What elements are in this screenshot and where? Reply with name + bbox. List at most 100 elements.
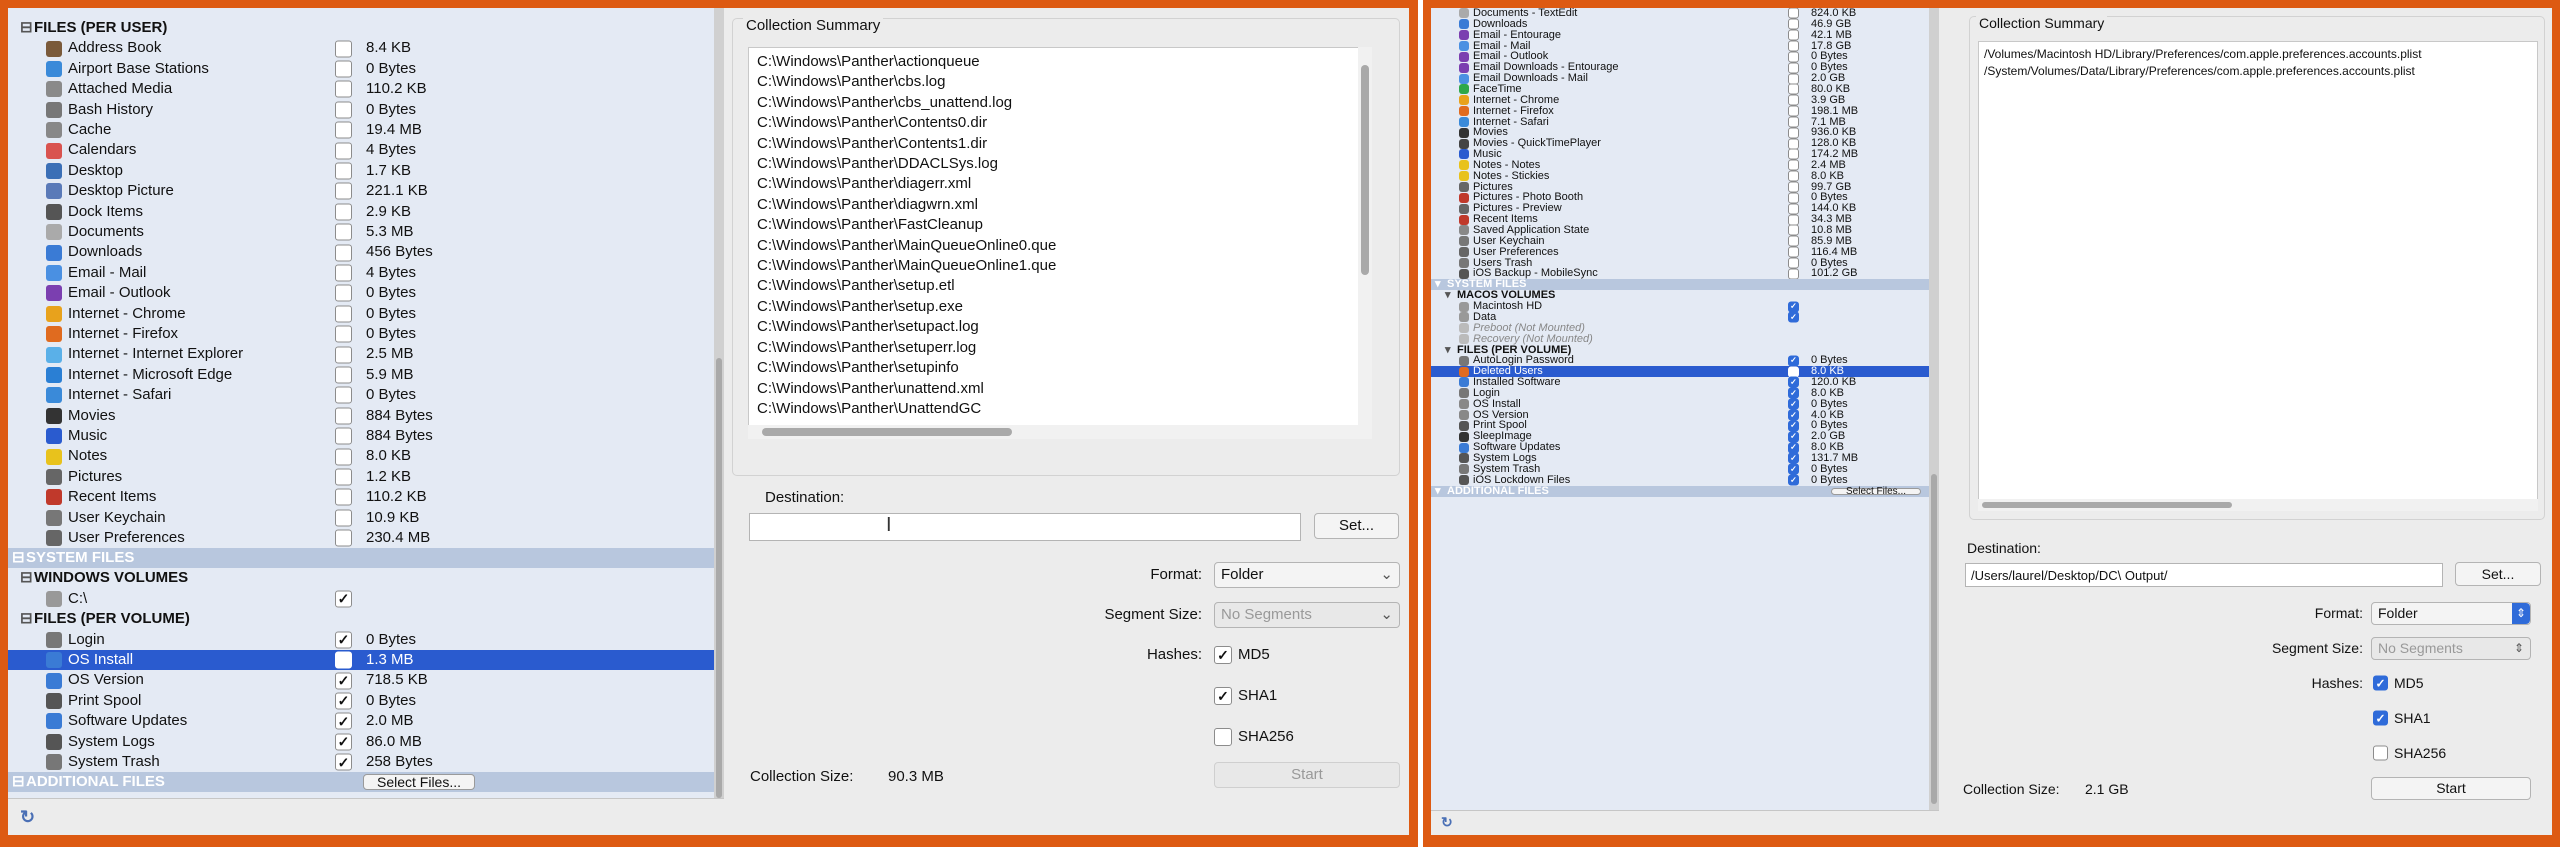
system-files-band[interactable]: ⊟ SYSTEM FILES <box>8 548 714 569</box>
item-checkbox[interactable] <box>335 366 352 384</box>
disclosure-icon[interactable]: ⊟ <box>12 548 25 568</box>
item-checkbox[interactable] <box>335 488 352 506</box>
tree-row-recovery-not-mounted-[interactable]: Recovery (Not Mounted) <box>1431 333 1929 345</box>
item-checkbox[interactable] <box>1788 94 1799 106</box>
disclosure-icon[interactable]: ⊟ <box>20 609 33 629</box>
tree-row-notes[interactable]: Notes 8.0 KB <box>8 446 714 466</box>
item-checkbox[interactable]: ✓ <box>335 590 352 608</box>
item-checkbox[interactable] <box>1788 246 1799 258</box>
item-checkbox[interactable] <box>335 80 352 98</box>
item-checkbox[interactable] <box>335 223 352 241</box>
source-tree-scrollbar[interactable] <box>714 8 724 798</box>
item-checkbox[interactable] <box>335 305 352 323</box>
tree-row-system-trash[interactable]: System Trash ✓ 258 Bytes <box>8 752 714 772</box>
item-checkbox[interactable] <box>1788 138 1799 150</box>
summary-path[interactable]: C:\Windows\Panther\cbs.log <box>757 72 1363 92</box>
start-button[interactable]: Start <box>1214 762 1400 788</box>
tree-row-c-[interactable]: C:\ ✓ <box>8 589 714 609</box>
item-checkbox[interactable] <box>1788 235 1799 247</box>
item-checkbox[interactable]: ✓ <box>335 672 352 690</box>
item-checkbox[interactable] <box>335 468 352 486</box>
set-destination-button[interactable]: Set... <box>1314 513 1399 539</box>
summary-path[interactable]: C:\Windows\Panther\diagwrn.xml <box>757 195 1363 215</box>
item-checkbox[interactable] <box>335 509 352 527</box>
summary-path[interactable]: C:\Windows\Panther\Contents0.dir <box>757 113 1363 133</box>
tree-row-print-spool[interactable]: Print Spool ✓ 0 Bytes <box>8 691 714 711</box>
tree-row-email-mail[interactable]: Email - Mail 4 Bytes <box>8 263 714 283</box>
tree-row-user-preferences[interactable]: User Preferences 230.4 MB <box>8 528 714 548</box>
item-checkbox[interactable] <box>1788 148 1799 160</box>
disclosure-icon[interactable]: ⊟ <box>12 772 25 792</box>
disclosure-icon[interactable]: ⊟ <box>20 18 33 38</box>
summary-path[interactable]: /System/Volumes/Data/Library/Preferences… <box>1984 63 2532 80</box>
item-checkbox[interactable] <box>335 427 352 445</box>
item-checkbox[interactable] <box>335 529 352 547</box>
tree-row-notes-stickies[interactable]: Notes - Stickies 8.0 KB <box>1431 170 1929 182</box>
summary-path[interactable]: C:\Windows\Panther\UnattendGC <box>757 399 1363 419</box>
item-checkbox[interactable] <box>1788 40 1799 52</box>
item-checkbox[interactable] <box>1788 268 1799 280</box>
item-checkbox[interactable] <box>335 284 352 302</box>
select-files-button[interactable]: Select Files... <box>1831 486 1921 496</box>
sha1-checkbox[interactable]: ✓ SHA1 <box>1214 685 1334 707</box>
disclosure-icon[interactable]: ⊟ <box>20 568 33 588</box>
tree-row-desktop-picture[interactable]: Desktop Picture 221.1 KB <box>8 181 714 201</box>
item-checkbox[interactable] <box>1788 127 1799 139</box>
tree-row-os-version[interactable]: OS Version ✓ 718.5 KB <box>8 670 714 690</box>
item-checkbox[interactable]: ✓ <box>335 712 352 730</box>
item-checkbox[interactable] <box>335 407 352 425</box>
item-checkbox[interactable] <box>1788 116 1799 128</box>
tree-row-os-install[interactable]: OS Install ✓ 1.3 MB <box>8 650 714 671</box>
tree-row-system-logs[interactable]: System Logs ✓ 86.0 MB <box>8 732 714 752</box>
tree-row-recent-items[interactable]: Recent Items 110.2 KB <box>8 487 714 507</box>
select-files-button[interactable]: Select Files... <box>363 774 475 791</box>
additional-files-band[interactable]: ⊟ ADDITIONAL FILES Select Files... <box>8 772 714 793</box>
additional-files-band[interactable]: ▾ ADDITIONAL FILES Select Files... <box>1431 485 1929 497</box>
summary-path[interactable]: C:\Windows\Panther\setupinfo <box>757 358 1363 378</box>
item-checkbox[interactable]: ✓ <box>1788 452 1799 464</box>
refresh-icon[interactable]: ↻ <box>20 807 35 828</box>
windows-volumes-header[interactable]: ⊟ WINDOWS VOLUMES <box>8 568 714 588</box>
item-checkbox[interactable]: ✓ <box>1788 301 1799 313</box>
item-checkbox[interactable] <box>1788 192 1799 204</box>
item-checkbox[interactable]: ✓ <box>1788 355 1799 367</box>
files-per-volume-header[interactable]: ⊟ FILES (PER VOLUME) <box>8 609 714 629</box>
destination-field[interactable] <box>749 513 1301 541</box>
item-checkbox[interactable] <box>335 244 352 262</box>
summary-vscroll[interactable] <box>1358 47 1372 439</box>
summary-path[interactable]: C:\Windows\Panther\setup.etl <box>757 276 1363 296</box>
tree-row-user-preferences[interactable]: User Preferences 116.4 MB <box>1431 246 1929 258</box>
tree-row-calendars[interactable]: Calendars 4 Bytes <box>8 140 714 160</box>
summary-path[interactable]: C:\Windows\Panther\unattend.xml <box>757 379 1363 399</box>
tree-row-address-book[interactable]: Address Book 8.4 KB <box>8 38 714 58</box>
item-checkbox[interactable] <box>335 182 352 200</box>
item-checkbox[interactable]: ✓ <box>1788 387 1799 399</box>
item-checkbox[interactable]: ✓ <box>1788 398 1799 410</box>
tree-row-internet-firefox[interactable]: Internet - Firefox 198.1 MB <box>1431 105 1929 117</box>
sha256-checkbox[interactable]: SHA256 <box>1214 726 1334 748</box>
tree-row-movies[interactable]: Movies 884 Bytes <box>8 406 714 426</box>
disclosure-icon[interactable]: ▾ <box>1435 485 1441 497</box>
item-checkbox[interactable] <box>335 162 352 180</box>
item-checkbox[interactable] <box>1788 159 1799 171</box>
item-checkbox[interactable] <box>1788 8 1799 19</box>
item-checkbox[interactable]: ✓ <box>335 651 352 669</box>
tree-row-preboot-not-mounted-[interactable]: Preboot (Not Mounted) <box>1431 322 1929 334</box>
summary-path[interactable]: C:\Windows\Panther\diagerr.xml <box>757 174 1363 194</box>
tree-row-pictures[interactable]: Pictures 1.2 KB <box>8 467 714 487</box>
tree-row-documents[interactable]: Documents 5.3 MB <box>8 222 714 242</box>
disclosure-icon[interactable]: ▾ <box>1435 279 1441 290</box>
tree-row-ios-lockdown-files[interactable]: iOS Lockdown Files ✓ 0 Bytes <box>1431 474 1929 486</box>
tree-row-dock-items[interactable]: Dock Items 2.9 KB <box>8 202 714 222</box>
md5-checkbox[interactable]: ✓ MD5 <box>2373 673 2473 693</box>
item-checkbox[interactable] <box>1788 224 1799 236</box>
summary-path[interactable]: C:\Windows\Panther\MainQueueOnline0.que <box>757 236 1363 256</box>
set-destination-button[interactable]: Set... <box>2455 562 2541 586</box>
tree-row-airport-base-stations[interactable]: Airport Base Stations 0 Bytes <box>8 59 714 79</box>
item-checkbox[interactable] <box>335 386 352 404</box>
item-checkbox[interactable] <box>1788 51 1799 63</box>
tree-row-internet-internet-explorer[interactable]: Internet - Internet Explorer 2.5 MB <box>8 344 714 364</box>
item-checkbox[interactable]: ✓ <box>1788 442 1799 454</box>
source-tree-scrollbar[interactable] <box>1929 8 1939 810</box>
segment-size-select[interactable]: No Segments ⇕ <box>2371 637 2531 660</box>
